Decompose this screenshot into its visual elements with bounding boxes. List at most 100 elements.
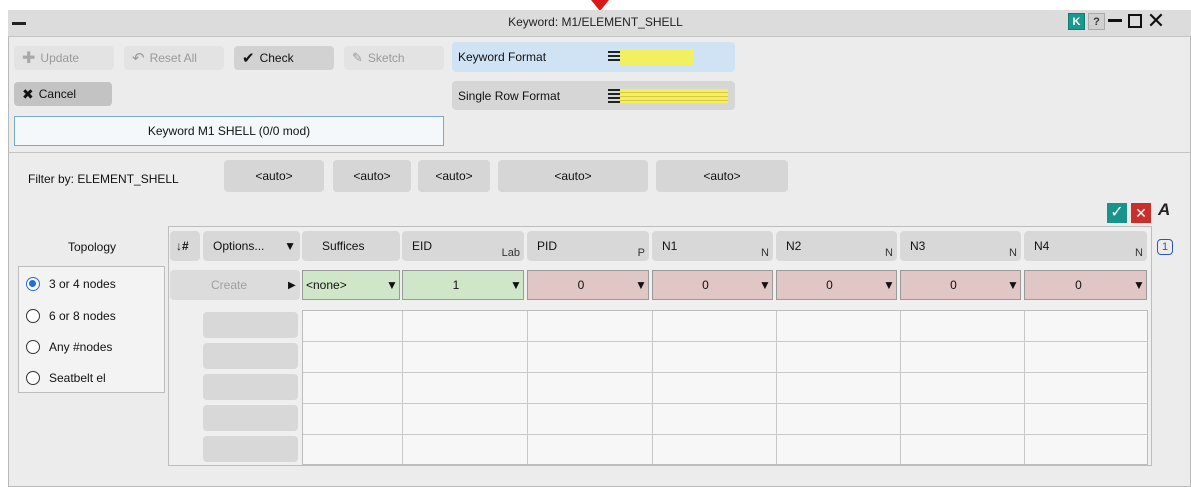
options-dropdown[interactable]: Options... ▼ <box>203 231 300 261</box>
grid-line <box>303 434 1147 435</box>
header-n3-label: N3 <box>910 239 926 253</box>
row-select-button[interactable] <box>203 405 298 431</box>
n2-value: 0 <box>826 278 833 292</box>
grid-line <box>652 311 653 464</box>
n4-value: 0 <box>1075 278 1082 292</box>
keyword-selection-box[interactable]: Keyword M1 SHELL (0/0 mod) <box>14 116 444 146</box>
n1-field[interactable]: 0 ▼ <box>652 270 773 300</box>
create-label: Create <box>210 278 248 292</box>
n1-value: 0 <box>702 278 709 292</box>
filter-label: Filter by: ELEMENT_SHELL <box>28 172 179 186</box>
topology-option-label: 6 or 8 nodes <box>49 309 116 323</box>
filter-auto-button-1[interactable]: <auto> <box>224 160 324 192</box>
n2-field[interactable]: 0 ▼ <box>776 270 897 300</box>
help-button[interactable]: ? <box>1088 13 1105 30</box>
reject-icon[interactable]: ✕ <box>1131 203 1151 223</box>
check-label: Check <box>259 51 294 65</box>
eid-field[interactable]: 1 ▼ <box>402 270 524 300</box>
sketch-button[interactable]: ✎ Sketch <box>344 46 444 70</box>
topology-option-seatbelt[interactable]: Seatbelt el <box>26 367 106 389</box>
check-button[interactable]: ✔ Check <box>234 46 334 70</box>
header-n2[interactable]: N2 N <box>776 231 897 261</box>
grid-line <box>402 311 403 464</box>
radio-icon[interactable] <box>26 309 40 323</box>
dropdown-arrow-icon: ▼ <box>284 239 296 253</box>
header-n1[interactable]: N1 N <box>652 231 773 261</box>
n4-field[interactable]: 0 ▼ <box>1024 270 1147 300</box>
row-select-button[interactable] <box>203 374 298 400</box>
row-grid <box>302 310 1148 465</box>
options-label: Options... <box>213 239 265 253</box>
n3-value: 0 <box>950 278 957 292</box>
topology-option-label: Any #nodes <box>49 340 113 354</box>
cancel-button[interactable]: ✖ Cancel <box>14 82 112 106</box>
keyword-format-icon <box>608 49 694 65</box>
topology-option-any[interactable]: Any #nodes <box>26 336 112 358</box>
topology-label: Topology <box>67 240 117 254</box>
grid-line <box>776 311 777 464</box>
play-arrow-icon: ▶ <box>288 279 296 291</box>
header-n3[interactable]: N3 N <box>900 231 1021 261</box>
pencil-icon: ✎ <box>352 50 363 65</box>
dropdown-arrow-icon: ▼ <box>759 278 771 292</box>
header-eid-sub: Lab <box>501 247 520 259</box>
dropdown-arrow-icon: ▼ <box>635 278 647 292</box>
row-select-button[interactable] <box>203 343 298 369</box>
suffix-select[interactable]: <none> ▼ <box>302 270 400 300</box>
dropdown-arrow-icon: ▼ <box>386 278 398 292</box>
header-eid[interactable]: EID Lab <box>402 231 524 261</box>
window-title: Keyword: M1/ELEMENT_SHELL <box>508 15 683 29</box>
topology-option-label: 3 or 4 nodes <box>49 277 116 291</box>
accept-icon[interactable]: ✓ <box>1107 203 1127 223</box>
maximize-icon[interactable] <box>1128 14 1142 28</box>
header-n2-sub: N <box>885 247 893 259</box>
header-suffices[interactable]: Suffices <box>302 231 400 261</box>
x-icon: ✖ <box>22 85 34 102</box>
minimize-icon[interactable] <box>1108 19 1122 22</box>
radio-icon[interactable] <box>26 371 40 385</box>
reset-all-label: Reset All <box>149 51 197 65</box>
row-select-button[interactable] <box>203 312 298 338</box>
header-eid-label: EID <box>412 239 433 253</box>
grid-line <box>303 341 1147 342</box>
filter-auto-button-2[interactable]: <auto> <box>333 160 411 192</box>
create-button[interactable]: Create ▶ <box>170 270 300 300</box>
update-button[interactable]: ✚ Update <box>14 46 114 70</box>
single-row-format-option[interactable]: Single Row Format <box>452 81 735 110</box>
checkmark-icon: ✔ <box>242 50 255 67</box>
filter-auto-button-4[interactable]: <auto> <box>498 160 648 192</box>
suffix-value: <none> <box>306 278 347 292</box>
topology-option-label: Seatbelt el <box>49 371 106 385</box>
n3-field[interactable]: 0 ▼ <box>900 270 1021 300</box>
header-pid-label: PID <box>537 239 558 253</box>
row-select-button[interactable] <box>203 436 298 462</box>
sort-column-header[interactable]: ↓# <box>170 231 200 261</box>
topology-option-3or4[interactable]: 3 or 4 nodes <box>26 273 116 295</box>
keyword-format-option[interactable]: Keyword Format <box>452 42 735 72</box>
single-row-format-icon <box>608 88 728 103</box>
update-label: Update <box>40 51 80 65</box>
dropdown-arrow-icon: ▼ <box>1133 278 1145 292</box>
header-n4[interactable]: N4 N <box>1024 231 1147 261</box>
page-number-badge[interactable]: 1 <box>1157 239 1173 255</box>
keyword-k-button[interactable]: K <box>1068 13 1085 30</box>
sketch-label: Sketch <box>367 51 405 65</box>
topology-option-6or8[interactable]: 6 or 8 nodes <box>26 305 116 327</box>
filter-auto-button-5[interactable]: <auto> <box>656 160 788 192</box>
undo-icon: ↶ <box>132 50 145 67</box>
radio-selected-icon[interactable] <box>26 277 40 291</box>
header-n1-label: N1 <box>662 239 678 253</box>
header-suffices-label: Suffices <box>322 239 365 253</box>
pid-field[interactable]: 0 ▼ <box>527 270 649 300</box>
reset-all-button[interactable]: ↶ Reset All <box>124 46 224 70</box>
grid-line <box>303 403 1147 404</box>
radio-icon[interactable] <box>26 340 40 354</box>
divider <box>8 152 1191 153</box>
grid-line <box>900 311 901 464</box>
cancel-label: Cancel <box>38 87 77 101</box>
close-icon[interactable]: ✕ <box>1145 10 1167 32</box>
header-pid[interactable]: PID P <box>527 231 649 261</box>
attribute-a-icon[interactable]: A <box>1158 200 1170 220</box>
filter-auto-button-3[interactable]: <auto> <box>418 160 490 192</box>
header-pid-sub: P <box>637 247 645 259</box>
